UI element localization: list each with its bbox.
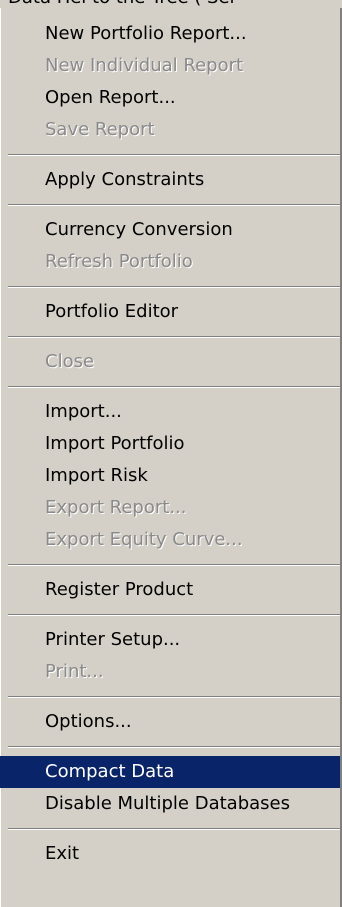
menu-item-exit[interactable]: Exit xyxy=(0,838,340,870)
clipped-menubar-text: Data Hel to the Tree ( Sel xyxy=(8,0,235,8)
menu-item-printer-setup[interactable]: Printer Setup... xyxy=(0,624,340,656)
menu-item-new-individual-report: New Individual Report xyxy=(45,55,244,76)
menu-separator xyxy=(0,820,340,838)
menu-separator xyxy=(0,688,340,706)
menu-item-close: Close xyxy=(45,351,95,372)
menu-separator xyxy=(0,378,340,396)
menu-separator xyxy=(0,146,340,164)
menu-list: New Portfolio Report... New Individual Re… xyxy=(0,18,340,870)
menu-item-open-report[interactable]: Open Report... xyxy=(0,82,340,114)
menu-item-compact-data[interactable]: Compact Data xyxy=(0,756,340,788)
menu-separator xyxy=(0,738,340,756)
menu-item-options[interactable]: Options... xyxy=(0,706,340,738)
menu-separator xyxy=(0,556,340,574)
menu-separator xyxy=(0,328,340,346)
menu-item-new-portfolio-report[interactable]: New Portfolio Report... xyxy=(0,18,340,50)
menu-item-export-equity-curve: Export Equity Curve... xyxy=(45,529,243,550)
menu-item-import-portfolio[interactable]: Import Portfolio xyxy=(0,428,340,460)
file-dropdown-menu: New Portfolio Report... New Individual Re… xyxy=(0,8,342,907)
menu-item-apply-constraints[interactable]: Apply Constraints xyxy=(0,164,340,196)
menu-item-save-report: Save Report xyxy=(45,119,155,140)
menu-separator xyxy=(0,606,340,624)
menu-item-portfolio-editor[interactable]: Portfolio Editor xyxy=(0,296,340,328)
menu-item-export-report: Export Report... xyxy=(45,497,187,518)
menu-item-refresh-portfolio: Refresh Portfolio xyxy=(45,251,193,272)
menu-separator xyxy=(0,278,340,296)
menu-item-print: Print... xyxy=(45,661,104,682)
menu-item-register-product[interactable]: Register Product xyxy=(0,574,340,606)
menu-item-import[interactable]: Import... xyxy=(0,396,340,428)
menu-item-import-risk[interactable]: Import Risk xyxy=(0,460,340,492)
clipped-menubar-strip: Data Hel to the Tree ( Sel xyxy=(0,0,342,8)
menu-separator xyxy=(0,196,340,214)
menu-item-currency-conversion[interactable]: Currency Conversion xyxy=(0,214,340,246)
menu-item-disable-multiple-databases[interactable]: Disable Multiple Databases xyxy=(0,788,340,820)
